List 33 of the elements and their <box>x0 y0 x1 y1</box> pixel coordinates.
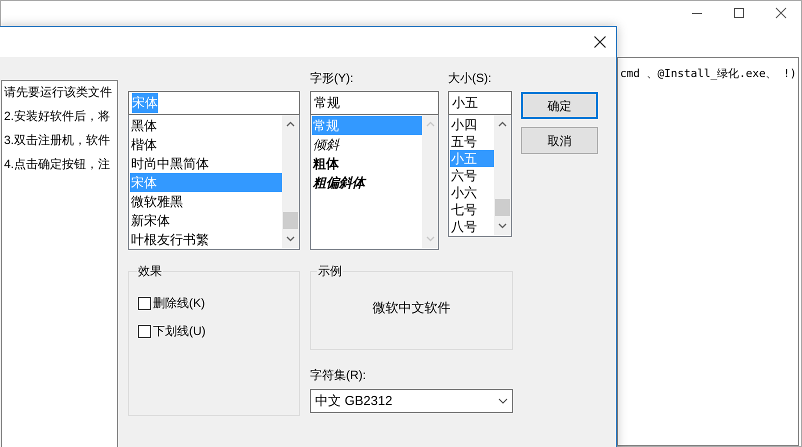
list-item[interactable]: 黑体 <box>130 116 282 135</box>
list-item[interactable]: 微软雅黑 <box>130 192 282 211</box>
list-item[interactable]: 小四 <box>450 116 494 133</box>
text-line: 3.双击注册机，软件 <box>4 132 112 149</box>
sample-text: 微软中文软件 <box>372 299 450 317</box>
list-item[interactable]: 粗体 <box>312 154 422 173</box>
charset-label: 字符集(R): <box>310 367 367 384</box>
size-label: 大小(S): <box>448 70 492 87</box>
list-item[interactable]: 粗偏斜体 <box>312 173 422 192</box>
charset-dropdown[interactable]: 中文 GB2312 <box>310 389 513 413</box>
text-line: cmd 、@Install_绿化.exe、 !) <box>620 67 796 80</box>
text-line: 4.点击确定按钮，注 <box>4 156 112 173</box>
input-field[interactable]: 小五 <box>448 91 512 115</box>
list-item[interactable]: 叶根友行书繁 <box>130 230 282 249</box>
list-item[interactable]: 八号 <box>450 218 494 235</box>
list-item[interactable]: 七号 <box>450 201 494 218</box>
group-title: 示例 <box>317 263 343 280</box>
checkbox[interactable]: 下划线(U) <box>138 322 290 340</box>
dialog-button[interactable]: 取消 <box>521 127 598 154</box>
list-item[interactable]: 新宋体 <box>130 211 282 230</box>
list-item[interactable]: 倾斜 <box>312 135 422 154</box>
text-line: 2.安装好软件后，将 <box>4 108 112 125</box>
list-item[interactable]: 楷体 <box>130 135 282 154</box>
checkbox[interactable]: 删除线(K) <box>138 294 290 312</box>
list-item[interactable]: 五号 <box>450 133 494 150</box>
group-title: 效果 <box>137 263 163 280</box>
dialog-button[interactable]: 确定 <box>521 92 598 119</box>
input-field[interactable]: 常规 <box>310 91 439 115</box>
list-item[interactable]: 小六 <box>450 184 494 201</box>
list-item[interactable]: 时尚中黑简体 <box>130 154 282 173</box>
style-label: 字形(Y): <box>310 70 354 87</box>
list-item[interactable]: 六号 <box>450 167 494 184</box>
text-line: 请先要运行该类文件 <box>4 84 113 101</box>
